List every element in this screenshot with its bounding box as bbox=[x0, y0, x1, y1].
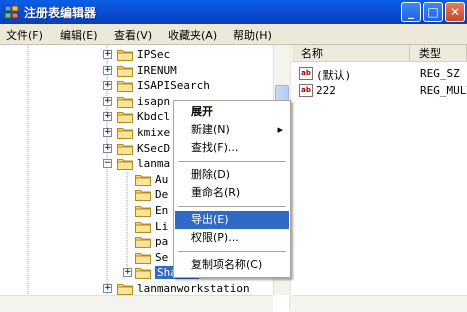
value-name: (默认) bbox=[316, 69, 352, 82]
values-pane[interactable]: 名称 类型 ab (默认) REG_SZ ab 222 REG_MULT bbox=[292, 45, 467, 295]
expand-icon[interactable]: + bbox=[103, 128, 112, 137]
string-value-icon: ab bbox=[299, 67, 313, 80]
tree-item-label: lanmanworkstation bbox=[137, 282, 250, 295]
folder-icon bbox=[135, 221, 151, 233]
tree-item-label: kmixe bbox=[137, 126, 171, 139]
tree-horizontal-scrollbar[interactable] bbox=[0, 295, 273, 312]
menu-item-permissions[interactable]: 权限(P)... bbox=[175, 229, 289, 247]
tree-item-label: lanma bbox=[137, 157, 171, 171]
menu-item-delete[interactable]: 删除(D) bbox=[175, 166, 289, 184]
submenu-arrow-icon: ▸ bbox=[277, 123, 283, 136]
menu-item-new-label: 新建(N) bbox=[191, 123, 230, 136]
menu-item-rename[interactable]: 重命名(R) bbox=[175, 184, 289, 202]
column-header-name[interactable]: 名称 bbox=[292, 45, 410, 62]
value-type: REG_MULT bbox=[420, 84, 467, 97]
expand-icon[interactable]: + bbox=[103, 96, 112, 106]
folder-icon bbox=[117, 50, 133, 61]
folder-icon bbox=[117, 128, 133, 139]
folder-icon bbox=[117, 159, 133, 171]
menu-help[interactable]: 帮助(H) bbox=[233, 27, 272, 43]
expand-icon[interactable]: + bbox=[103, 284, 112, 293]
tree-item-label: isapn bbox=[137, 94, 171, 108]
expand-icon[interactable]: + bbox=[103, 112, 112, 122]
title-bar: 注册表编辑器 _ □ ✕ bbox=[0, 0, 467, 24]
folder-icon bbox=[135, 174, 151, 186]
tree-item-label: En bbox=[155, 204, 169, 217]
menu-favorites[interactable]: 收藏夹(A) bbox=[168, 27, 217, 43]
menu-file[interactable]: 文件(F) bbox=[6, 27, 43, 43]
expand-icon[interactable]: + bbox=[103, 81, 112, 91]
menu-item-find[interactable]: 查找(F)... bbox=[175, 139, 289, 157]
folder-icon bbox=[117, 112, 133, 124]
tree-item-label: Se bbox=[155, 250, 169, 264]
value-row[interactable]: ab (默认) REG_SZ bbox=[292, 66, 467, 82]
folder-icon bbox=[135, 206, 151, 217]
menu-separator bbox=[178, 206, 286, 207]
minimize-button[interactable]: _ bbox=[401, 2, 421, 22]
folder-icon bbox=[117, 81, 133, 93]
maximize-button[interactable]: □ bbox=[423, 2, 443, 22]
value-type: REG_SZ bbox=[420, 67, 460, 80]
menu-separator bbox=[178, 251, 286, 252]
folder-icon bbox=[117, 65, 133, 77]
tree-item-label: Li bbox=[155, 219, 169, 233]
close-button[interactable]: ✕ bbox=[445, 2, 465, 22]
regedit-icon bbox=[4, 5, 19, 19]
column-header-type[interactable]: 类型 bbox=[410, 45, 467, 62]
folder-icon bbox=[117, 96, 133, 108]
expand-icon[interactable]: + bbox=[103, 143, 112, 153]
tree-item-label: pa bbox=[155, 235, 169, 249]
expand-icon[interactable]: + bbox=[123, 268, 132, 278]
window-title: 注册表编辑器 bbox=[24, 6, 97, 20]
folder-icon bbox=[135, 237, 151, 249]
folder-icon bbox=[117, 284, 133, 295]
collapse-icon[interactable]: − bbox=[103, 159, 112, 169]
folder-icon bbox=[135, 252, 151, 264]
folder-icon bbox=[135, 268, 151, 280]
value-name: 222 bbox=[316, 84, 336, 97]
tree-item-label: ISAPISearch bbox=[137, 79, 210, 93]
tree-item-label: KSecD bbox=[137, 141, 171, 155]
menu-bar: 文件(F) 编辑(E) 查看(V) 收藏夹(A) 帮助(H) bbox=[0, 24, 467, 45]
value-row[interactable]: ab 222 REG_MULT bbox=[292, 83, 467, 99]
tree-item-label: IPSec bbox=[137, 48, 171, 61]
menu-view[interactable]: 查看(V) bbox=[114, 27, 152, 43]
tree-item-label: IRENUM bbox=[137, 63, 177, 77]
menu-separator bbox=[178, 161, 286, 162]
context-menu: 展开 新建(N) ▸ 查找(F)... 删除(D) 重命名(R) 导出(E) 权… bbox=[173, 100, 291, 278]
menu-item-copy-key-name[interactable]: 复制项名称(C) bbox=[175, 256, 289, 274]
tree-item-label: De bbox=[155, 188, 169, 202]
menu-edit[interactable]: 编辑(E) bbox=[60, 27, 98, 43]
tree-item-label: Kbdcl bbox=[137, 110, 171, 124]
menu-item-expand[interactable]: 展开 bbox=[175, 103, 289, 121]
menu-item-export[interactable]: 导出(E) bbox=[175, 211, 289, 229]
multi-string-value-icon: ab bbox=[299, 84, 313, 97]
folder-icon bbox=[135, 190, 151, 202]
expand-icon[interactable]: + bbox=[103, 65, 112, 75]
folder-icon bbox=[117, 143, 133, 155]
tree-item-label: Au bbox=[155, 172, 169, 186]
values-horizontal-scrollbar[interactable] bbox=[292, 295, 467, 312]
expand-icon[interactable]: + bbox=[103, 50, 112, 59]
menu-item-new[interactable]: 新建(N) ▸ bbox=[175, 121, 289, 139]
